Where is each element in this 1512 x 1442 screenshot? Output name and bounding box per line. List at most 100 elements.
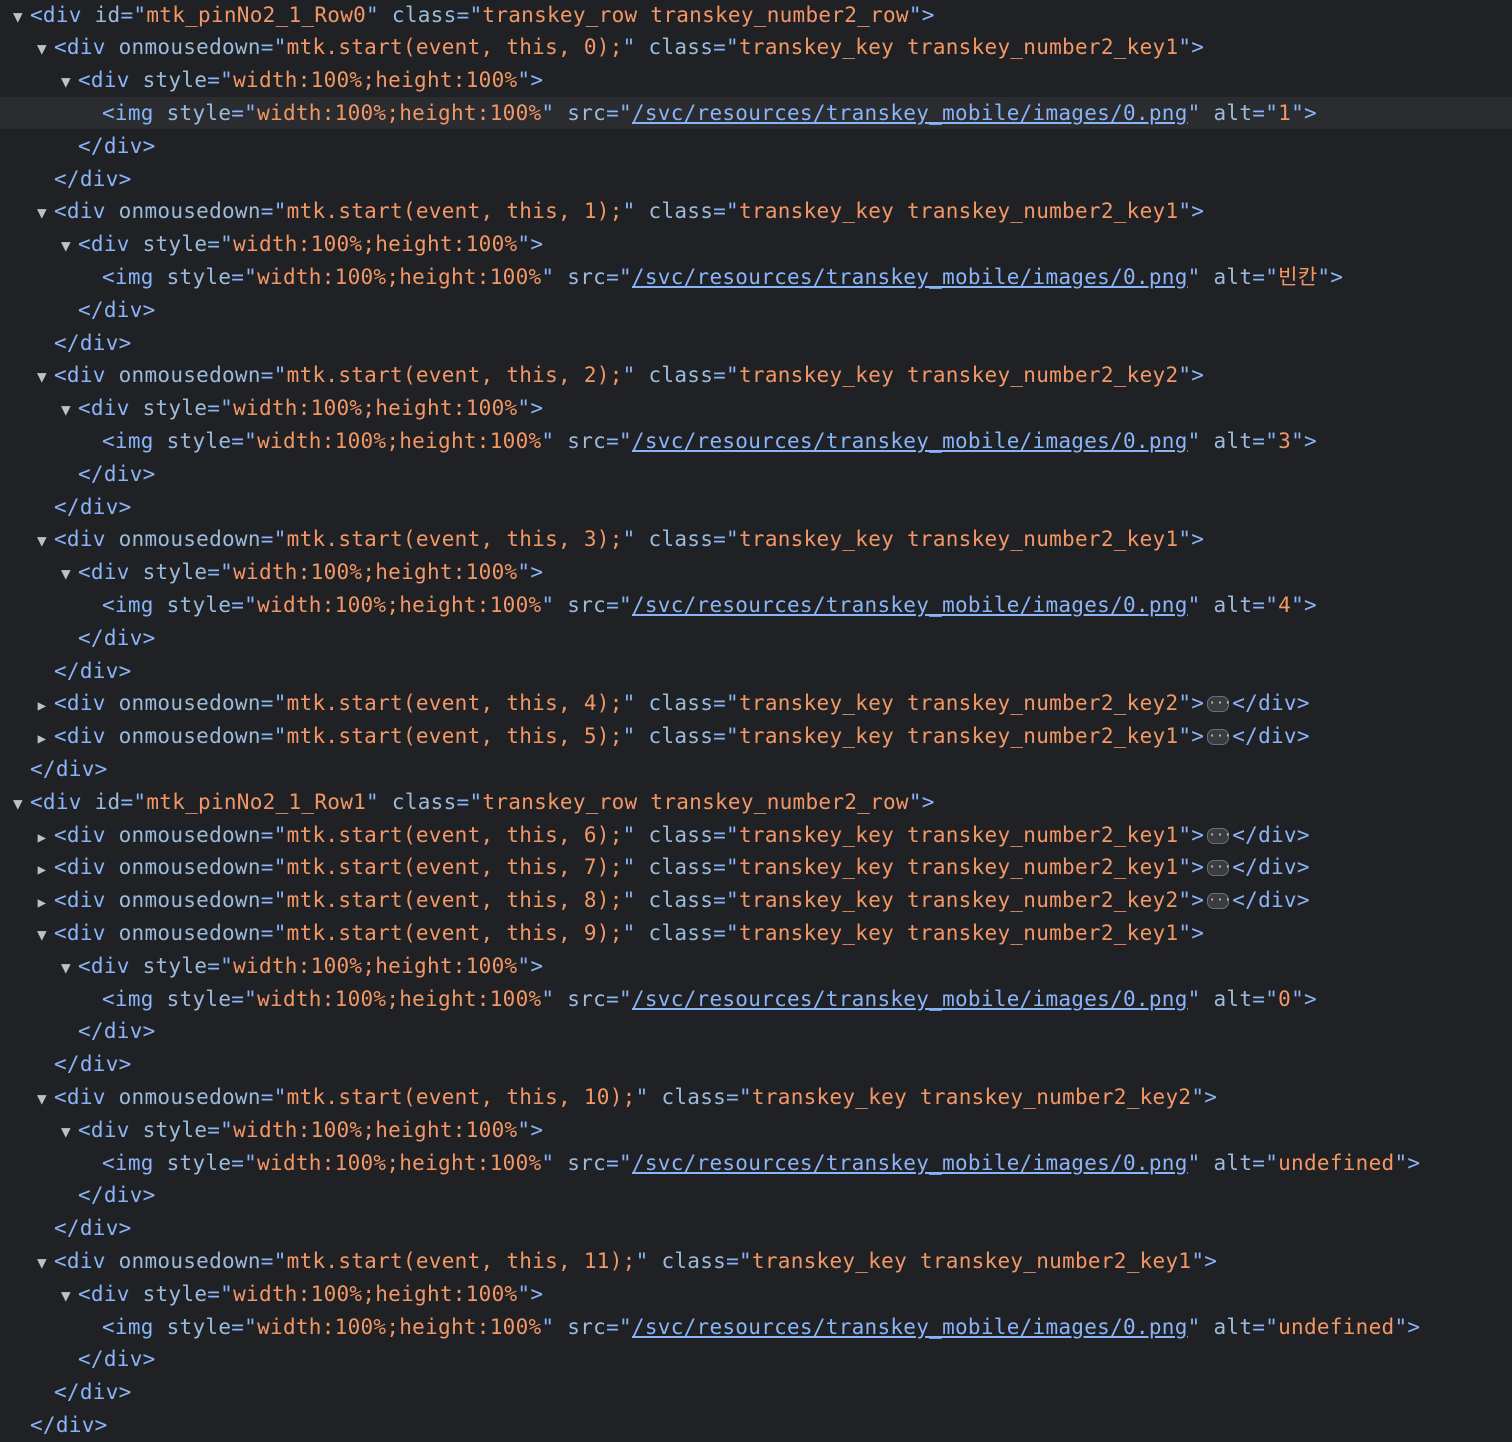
dom-node-line[interactable]: ▼ <div style="width:100%;height:100%"> bbox=[0, 228, 1512, 260]
resource-link[interactable]: /svc/resources/transkey_mobile/images/0.… bbox=[632, 987, 1188, 1011]
expand-triangle-icon[interactable]: ▼ bbox=[30, 919, 54, 951]
resource-link[interactable]: /svc/resources/transkey_mobile/images/0.… bbox=[632, 1315, 1188, 1339]
collapsed-ellipsis-button[interactable]: ··· bbox=[1207, 860, 1232, 877]
dom-node-line[interactable]: <img style="width:100%;height:100%" src=… bbox=[0, 983, 1512, 1015]
dom-node-line[interactable]: ▶ <div onmousedown="mtk.start(event, this… bbox=[0, 884, 1512, 916]
dom-node-line[interactable]: ▶ <div onmousedown="mtk.start(event, this… bbox=[0, 819, 1512, 851]
dom-node-line[interactable]: ▼ <div onmousedown="mtk.start(event, this… bbox=[0, 195, 1512, 227]
expand-triangle-icon[interactable]: ▼ bbox=[30, 525, 54, 557]
dom-node-line[interactable]: </div> bbox=[0, 1048, 1512, 1080]
collapsed-ellipsis-button[interactable]: ··· bbox=[1207, 893, 1232, 910]
resource-link[interactable]: /svc/resources/transkey_mobile/images/0.… bbox=[632, 429, 1188, 453]
expand-triangle-icon[interactable]: ▼ bbox=[6, 788, 30, 820]
expand-triangle-icon[interactable]: ▼ bbox=[30, 1247, 54, 1279]
expand-triangle-icon[interactable]: ▼ bbox=[54, 1280, 78, 1312]
dom-node-line[interactable]: ▼ <div onmousedown="mtk.start(event, this… bbox=[0, 359, 1512, 391]
resource-link[interactable]: /svc/resources/transkey_mobile/images/0.… bbox=[632, 1151, 1188, 1175]
expand-triangle-icon[interactable]: ▼ bbox=[54, 1116, 78, 1148]
tag-text: =" bbox=[231, 592, 258, 617]
dom-node-line[interactable]: </div> bbox=[0, 163, 1512, 195]
dom-node-line[interactable]: ▼ <div onmousedown="mtk.start(event, this… bbox=[0, 1081, 1512, 1113]
expand-triangle-icon[interactable]: ▼ bbox=[54, 952, 78, 984]
dom-node-line[interactable]: </div> bbox=[0, 1179, 1512, 1211]
tag-text: </div> bbox=[54, 166, 132, 191]
dom-node-line[interactable]: ▼ <div onmousedown="mtk.start(event, this… bbox=[0, 523, 1512, 555]
dom-node-line[interactable]: <img style="width:100%;height:100%" src=… bbox=[0, 425, 1512, 457]
tag-text: "> bbox=[1178, 363, 1205, 388]
dom-node-line[interactable]: </div> bbox=[0, 622, 1512, 654]
attribute-name: onmousedown bbox=[118, 363, 261, 388]
expand-triangle-icon[interactable]: ▼ bbox=[30, 197, 54, 229]
dom-node-line[interactable]: </div> bbox=[0, 1409, 1512, 1441]
tag-text: </div> bbox=[54, 330, 132, 355]
collapse-triangle-icon[interactable]: ▶ bbox=[30, 723, 54, 755]
tag-text: "> bbox=[517, 953, 544, 978]
expand-triangle-icon[interactable]: ▼ bbox=[54, 558, 78, 590]
expand-triangle-icon[interactable]: ▼ bbox=[30, 361, 54, 393]
expand-triangle-icon[interactable]: ▼ bbox=[54, 394, 78, 426]
dom-node-line[interactable]: <img style="width:100%;height:100%" src=… bbox=[0, 96, 1512, 129]
expand-triangle-icon[interactable]: ▼ bbox=[54, 66, 78, 98]
collapse-triangle-icon[interactable]: ▶ bbox=[30, 887, 54, 919]
collapsed-ellipsis-button[interactable]: ··· bbox=[1207, 729, 1232, 746]
resource-link[interactable]: /svc/resources/transkey_mobile/images/0.… bbox=[632, 265, 1188, 289]
expand-triangle-icon[interactable]: ▼ bbox=[30, 1083, 54, 1115]
dom-node-line[interactable]: </div> bbox=[0, 1015, 1512, 1047]
tag-text: " bbox=[1187, 428, 1214, 453]
dom-node-line[interactable]: ▶ <div onmousedown="mtk.start(event, this… bbox=[0, 851, 1512, 883]
dom-node-line[interactable]: ▼ <div style="width:100%;height:100%"> bbox=[0, 556, 1512, 588]
resource-link[interactable]: /svc/resources/transkey_mobile/images/0.… bbox=[632, 593, 1188, 617]
collapsed-ellipsis-button[interactable]: ··· bbox=[1207, 696, 1232, 713]
tag-text: <div bbox=[54, 363, 119, 388]
dom-node-line[interactable]: </div> bbox=[0, 294, 1512, 326]
attribute-value: width:100%;height:100% bbox=[233, 396, 518, 421]
tag-text: =" bbox=[120, 2, 147, 27]
tag-text: =" bbox=[120, 789, 147, 814]
dom-node-line[interactable]: </div> bbox=[0, 753, 1512, 785]
attribute-name: class bbox=[391, 789, 457, 814]
expand-triangle-icon[interactable]: ▼ bbox=[30, 33, 54, 65]
dom-node-line[interactable]: ▼ <div style="width:100%;height:100%"> bbox=[0, 1114, 1512, 1146]
dom-node-line[interactable]: ▼ <div style="width:100%;height:100%"> bbox=[0, 1278, 1512, 1310]
expand-triangle-icon[interactable]: ▼ bbox=[6, 1, 30, 33]
attribute-name: onmousedown bbox=[118, 199, 261, 224]
dom-node-line[interactable]: </div> bbox=[0, 655, 1512, 687]
collapse-triangle-icon[interactable]: ▶ bbox=[30, 690, 54, 722]
tag-text: </div> bbox=[54, 494, 132, 519]
dom-node-line[interactable]: </div> bbox=[0, 327, 1512, 359]
attribute-name: class bbox=[648, 920, 714, 945]
dom-node-line[interactable]: </div> bbox=[0, 130, 1512, 162]
tag-text: " bbox=[622, 888, 649, 913]
resource-link[interactable]: /svc/resources/transkey_mobile/images/0.… bbox=[632, 101, 1188, 125]
dom-node-line[interactable]: ▼ <div id="mtk_pinNo2_1_Row1" class="tran… bbox=[0, 786, 1512, 818]
dom-node-line[interactable]: ▶ <div onmousedown="mtk.start(event, this… bbox=[0, 687, 1512, 719]
collapse-triangle-icon[interactable]: ▶ bbox=[30, 854, 54, 886]
dom-node-line[interactable]: <img style="width:100%;height:100%" src=… bbox=[0, 1147, 1512, 1179]
dom-node-line[interactable]: ▼ <div style="width:100%;height:100%"> bbox=[0, 64, 1512, 96]
dom-node-line[interactable]: ▼ <div onmousedown="mtk.start(event, this… bbox=[0, 31, 1512, 63]
dom-node-line[interactable]: ▼ <div style="width:100%;height:100%"> bbox=[0, 392, 1512, 424]
dom-node-line[interactable]: <img style="width:100%;height:100%" src=… bbox=[0, 1311, 1512, 1343]
collapsed-ellipsis-button[interactable]: ··· bbox=[1207, 827, 1232, 844]
tag-text: <img bbox=[102, 100, 167, 125]
collapse-triangle-icon[interactable]: ▶ bbox=[30, 822, 54, 854]
expand-triangle-icon[interactable]: ▼ bbox=[54, 230, 78, 262]
dom-node-line[interactable]: <img style="width:100%;height:100%" src=… bbox=[0, 261, 1512, 293]
tag-text: " bbox=[541, 1150, 568, 1175]
dom-node-line[interactable]: </div> bbox=[0, 1343, 1512, 1375]
dom-node-line[interactable]: </div> bbox=[0, 1376, 1512, 1408]
attribute-value: mtk.start(event, this, 3); bbox=[286, 527, 623, 552]
tag-text: "> bbox=[1291, 986, 1317, 1011]
dom-node-line[interactable]: <img style="width:100%;height:100%" src=… bbox=[0, 589, 1512, 621]
dom-node-line[interactable]: </div> bbox=[0, 1212, 1512, 1244]
dom-node-line[interactable]: </div> bbox=[0, 458, 1512, 490]
dom-node-line[interactable]: ▼ <div onmousedown="mtk.start(event, this… bbox=[0, 1245, 1512, 1277]
attribute-value: mtk.start(event, this, 8); bbox=[286, 888, 623, 913]
tag-text: </div> bbox=[78, 1019, 156, 1044]
dom-node-line[interactable]: ▼ <div id="mtk_pinNo2_1_Row0" class="tran… bbox=[0, 0, 1512, 31]
tag-text: " bbox=[635, 1248, 662, 1273]
dom-node-line[interactable]: ▼ <div style="width:100%;height:100%"> bbox=[0, 950, 1512, 982]
dom-node-line[interactable]: ▶ <div onmousedown="mtk.start(event, this… bbox=[0, 720, 1512, 752]
dom-node-line[interactable]: ▼ <div onmousedown="mtk.start(event, this… bbox=[0, 917, 1512, 949]
dom-node-line[interactable]: </div> bbox=[0, 491, 1512, 523]
